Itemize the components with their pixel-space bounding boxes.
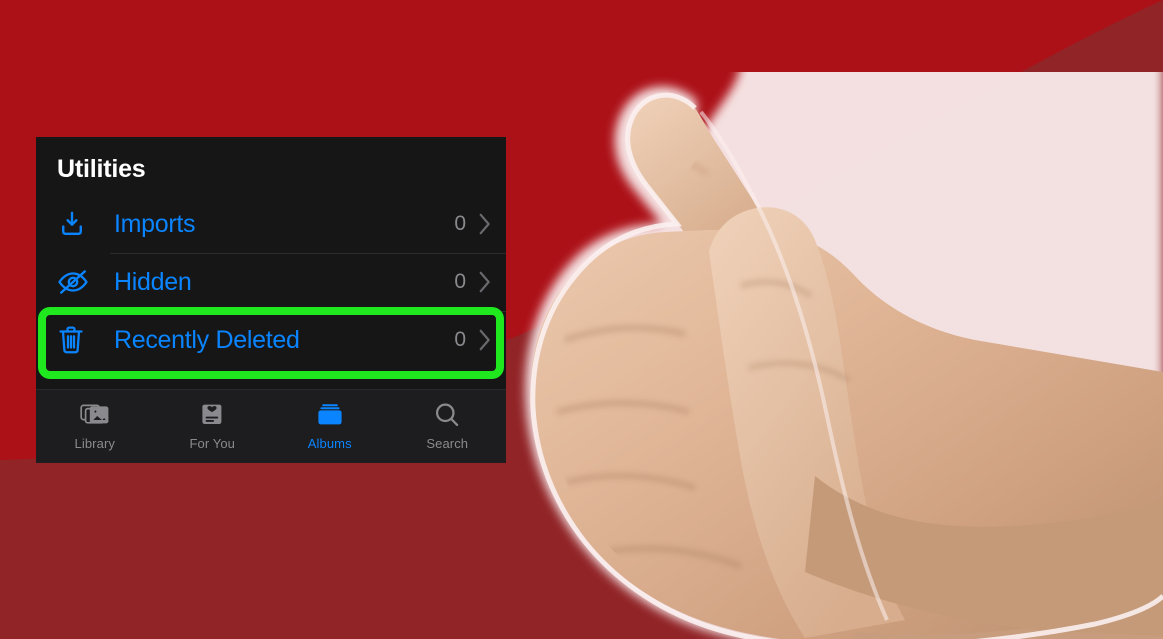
albums-icon [315, 398, 345, 432]
screenshot-root: Utilities Imports 0 Hidden 0 Recently De… [0, 0, 1163, 639]
list-item-count: 0 [454, 212, 466, 235]
tab-bar: Library For You Albums Search [36, 389, 506, 463]
utilities-panel: Utilities Imports 0 Hidden 0 Recently De… [36, 137, 506, 463]
magnifier-icon [433, 398, 461, 432]
tab-search[interactable]: Search [389, 398, 507, 451]
tab-for-you[interactable]: For You [154, 398, 272, 451]
tab-label: Albums [307, 436, 352, 451]
list-item-recently-deleted[interactable]: Recently Deleted 0 [36, 311, 506, 369]
tab-albums[interactable]: Albums [271, 398, 389, 451]
list-item-count: 0 [454, 270, 466, 293]
tab-label: For You [189, 436, 235, 451]
thumbs-up-photo [505, 72, 1163, 639]
list-item-count: 0 [454, 328, 466, 351]
utilities-list: Imports 0 Hidden 0 Recently Deleted 0 [36, 195, 506, 369]
list-item-label: Recently Deleted [114, 325, 300, 354]
list-item-hidden[interactable]: Hidden 0 [36, 253, 506, 311]
chevron-right-icon [478, 213, 492, 235]
photos-stack-icon [80, 398, 110, 432]
tab-label: Search [426, 436, 469, 451]
page-title: Utilities [57, 155, 146, 183]
list-item-label: Hidden [114, 267, 192, 296]
for-you-card-icon [198, 398, 226, 432]
list-item-label: Imports [114, 209, 196, 238]
eye-slash-icon [57, 267, 95, 297]
import-tray-icon [57, 209, 95, 239]
list-item-imports[interactable]: Imports 0 [36, 195, 506, 253]
tab-label: Library [74, 436, 115, 451]
chevron-right-icon [478, 329, 492, 351]
tab-library[interactable]: Library [36, 398, 154, 451]
chevron-right-icon [478, 271, 492, 293]
trash-icon [57, 325, 95, 355]
